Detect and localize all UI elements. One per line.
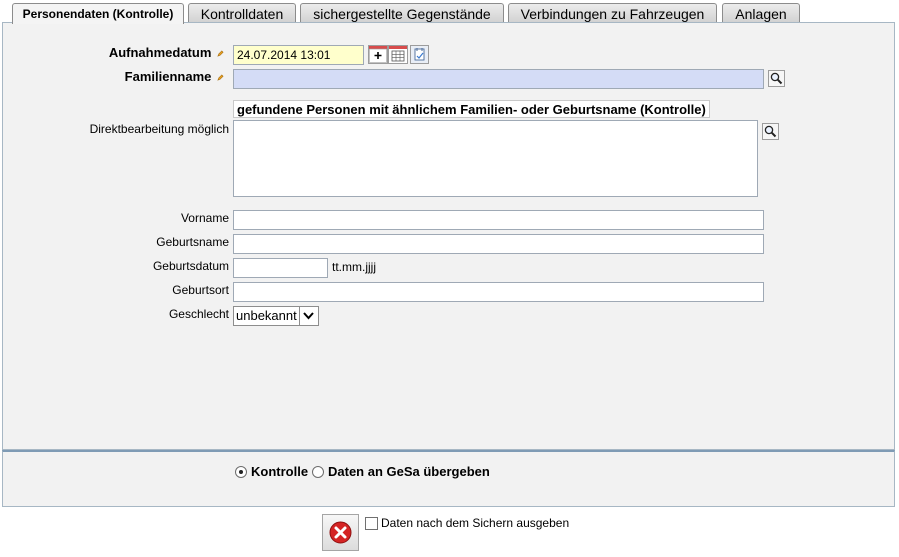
pencil-icon: [217, 50, 224, 57]
vorname-label: Vorname: [180, 211, 229, 225]
found-persons-list[interactable]: [233, 120, 758, 197]
tab-verbindungen-fahrzeuge[interactable]: Verbindungen zu Fahrzeugen: [508, 3, 717, 22]
print-after-save-label: Daten nach dem Sichern ausgeben: [381, 516, 570, 530]
calendar-grid-icon: [389, 46, 407, 62]
calendar-icon: [369, 46, 387, 63]
person-form-panel: Aufnahmedatum Familienname: [2, 22, 895, 450]
found-persons-heading: gefundene Personen mit ähnlichem Familie…: [233, 100, 710, 118]
tab-kontrolldaten[interactable]: Kontrolldaten: [188, 3, 296, 22]
geburtsdatum-format-hint: tt.mm.jjjj: [332, 260, 376, 274]
search-icon: [764, 125, 777, 138]
tab-anlagen[interactable]: Anlagen: [722, 3, 800, 22]
aufnahmedatum-input[interactable]: [233, 45, 364, 65]
mode-panel: Kontrolle Daten an GeSa übergeben: [2, 450, 895, 507]
calendar-today-icon: [414, 48, 425, 61]
familienname-search-button[interactable]: [768, 70, 785, 87]
familienname-label: Familienname: [125, 69, 224, 84]
calendar-today-button[interactable]: [410, 45, 429, 64]
geschlecht-label: Geschlecht: [168, 307, 229, 321]
geburtsdatum-input[interactable]: [233, 258, 328, 278]
mode-radio-gesa[interactable]: [312, 466, 324, 478]
direktbearbeitung-label: Direktbearbeitung möglich: [89, 122, 229, 136]
calendar-add-button[interactable]: [368, 45, 388, 64]
cancel-button[interactable]: [322, 514, 359, 551]
geschlecht-select[interactable]: unbekannt: [233, 306, 319, 326]
pencil-icon: [217, 74, 224, 81]
found-persons-search-button[interactable]: [762, 123, 779, 140]
geburtsname-label: Geburtsname: [156, 235, 229, 249]
mode-label-kontrolle: Kontrolle: [251, 464, 309, 479]
search-icon: [770, 72, 783, 85]
familienname-input[interactable]: [233, 69, 764, 89]
geburtsort-label: Geburtsort: [172, 283, 229, 297]
mode-radio-kontrolle[interactable]: [235, 466, 247, 478]
vorname-input[interactable]: [233, 210, 764, 230]
geschlecht-selected-value: unbekannt: [236, 308, 297, 323]
chevron-down-icon: [298, 307, 318, 325]
tab-personendaten[interactable]: Personendaten (Kontrolle): [12, 3, 184, 24]
geburtsname-input[interactable]: [233, 234, 764, 254]
geburtsdatum-label: Geburtsdatum: [152, 259, 229, 273]
mode-label-gesa: Daten an GeSa übergeben: [328, 464, 490, 479]
print-after-save-checkbox[interactable]: [365, 517, 378, 530]
aufnahmedatum-label: Aufnahmedatum: [109, 45, 224, 60]
tab-sichergestellte-gegenstaende[interactable]: sichergestellte Gegenstände: [300, 3, 504, 22]
calendar-table-button[interactable]: [388, 45, 408, 64]
geburtsort-input[interactable]: [233, 282, 764, 302]
cancel-icon: [329, 521, 352, 544]
